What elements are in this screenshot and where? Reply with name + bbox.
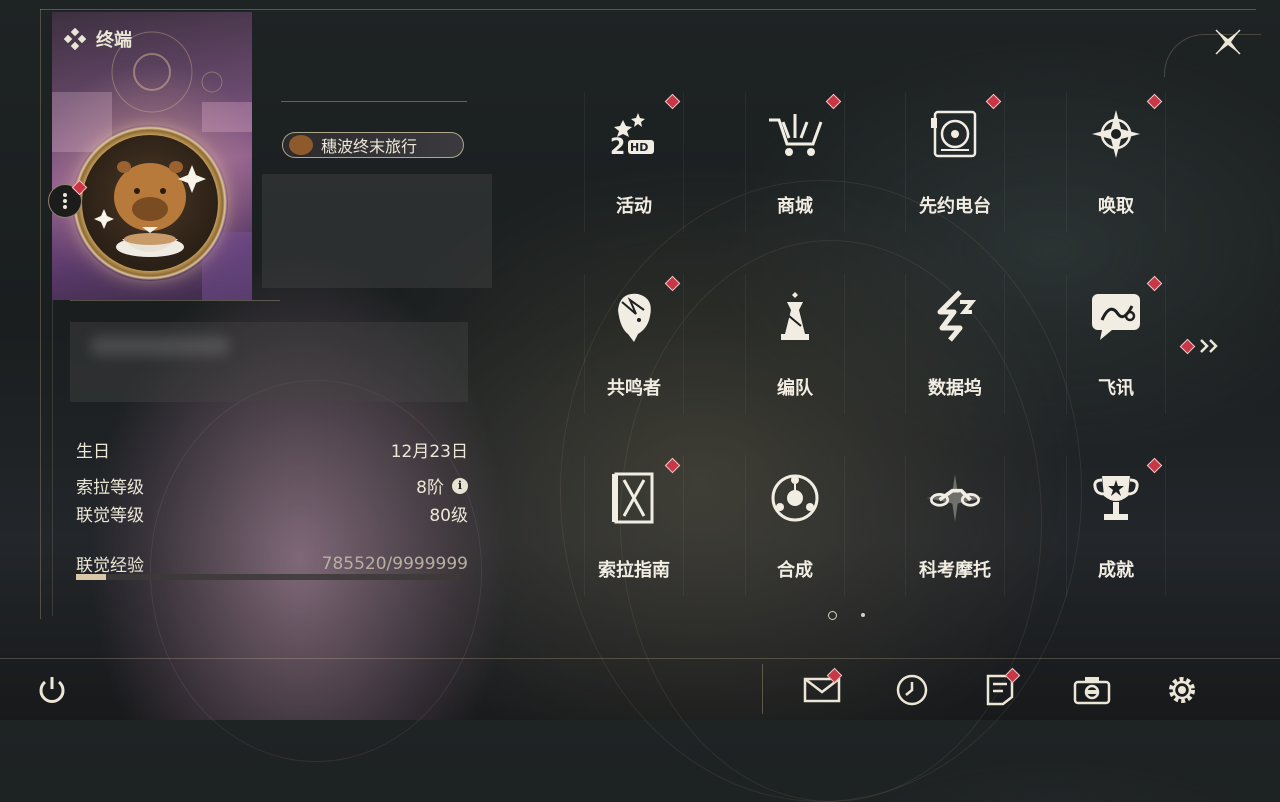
camera-button[interactable] (1072, 670, 1112, 710)
page-dot-active[interactable] (828, 611, 837, 620)
bottom-bar-divider (0, 658, 1280, 659)
data-dock-icon (925, 286, 985, 346)
stat-value: 8阶 (416, 478, 444, 498)
camera-icon (1073, 675, 1111, 705)
menu-tile-label: 数据坞 (928, 378, 982, 399)
motorbike-icon (925, 468, 985, 528)
stat-label: 联觉等级 (76, 506, 144, 526)
menu-tile[interactable]: 2 HD 活动 (584, 92, 684, 232)
menu-tile-label: 活动 (616, 196, 652, 217)
next-page-button[interactable] (1179, 338, 1221, 354)
page-dot[interactable] (861, 613, 865, 617)
menu-tile-label: 科考摩托 (919, 560, 991, 581)
terminal-diamond-icon (64, 28, 86, 50)
synthesis-orb-icon (765, 468, 825, 528)
menu-tile[interactable]: 合成 (745, 456, 845, 596)
terminal-title-text: 终端 (96, 30, 132, 51)
menu-tile[interactable]: 索拉指南 (584, 456, 684, 596)
title-badge[interactable]: 穗波终末旅行 (282, 132, 464, 158)
radio-disc-icon (925, 104, 985, 164)
menu-tile[interactable]: 成就 (1066, 456, 1166, 596)
notes-button[interactable] (980, 667, 1021, 710)
frame-line (40, 9, 1256, 10)
exp-progress-fill (76, 574, 107, 580)
menu-tile-label: 先约电台 (919, 196, 991, 217)
menu-tile[interactable]: 唤取 (1066, 92, 1166, 232)
menu-tile[interactable]: 飞讯 (1066, 274, 1166, 414)
menu-tile[interactable]: 编队 (745, 274, 845, 414)
stat-union-exp: 联觉经验 785520/9999999 (76, 551, 468, 577)
2nd-anniversary-icon: 2 HD (604, 104, 664, 164)
settings-gear-icon (1164, 672, 1200, 708)
player-signature-redacted (70, 322, 468, 402)
menu-tile[interactable]: 商城 (745, 92, 845, 232)
more-dots-icon (63, 193, 67, 209)
stat-label: 索拉等级 (76, 478, 144, 498)
menu-tile-label: 成就 (1098, 560, 1134, 581)
double-chevron-right-icon (1200, 339, 1218, 353)
close-button[interactable] (1208, 22, 1248, 62)
power-icon (39, 677, 65, 703)
menu-tile-label: 索拉指南 (598, 560, 670, 581)
close-icon (1215, 29, 1241, 55)
info-icon[interactable]: i (452, 477, 468, 494)
stat-sola-level: 索拉等级 8阶 i (76, 473, 468, 498)
menu-tile[interactable]: 科考摩托 (905, 456, 1005, 596)
stat-value: 12月23日 (390, 442, 468, 462)
chess-pieces-icon (765, 286, 825, 346)
capybara-avatar-icon (94, 161, 206, 257)
trophy-icon (1086, 468, 1146, 528)
capybara-badge-icon (289, 135, 313, 155)
menu-tile-label: 共鸣者 (607, 378, 661, 399)
character-portrait-icon (604, 286, 664, 346)
svg-text:2: 2 (610, 135, 625, 160)
bottom-bar-separator (762, 664, 763, 714)
power-button[interactable] (32, 670, 72, 710)
stat-union-level: 联觉等级 80级 (76, 501, 468, 526)
exp-value: 785520/9999999 (321, 553, 468, 574)
player-name-redacted (262, 174, 492, 288)
crown-cart-icon (765, 104, 825, 164)
settings-gear-button[interactable] (1162, 670, 1202, 710)
menu-tile-label: 飞讯 (1098, 378, 1134, 399)
title-badge-text: 穗波终末旅行 (321, 137, 418, 156)
terminal-title: 终端 (64, 26, 132, 52)
next-page-notification-dot (1179, 338, 1196, 354)
stat-label: 生日 (76, 442, 110, 462)
exp-progress-bar (76, 574, 460, 580)
guide-book-icon (604, 468, 664, 528)
compass-star-icon (1086, 104, 1146, 164)
menu-tile[interactable]: 先约电台 (905, 92, 1005, 232)
clock-button[interactable] (892, 670, 932, 710)
stat-birthday: 生日 12月23日 (76, 437, 468, 462)
clock-icon (895, 673, 929, 707)
menu-tile-label: 商城 (777, 196, 813, 217)
avatar[interactable] (82, 135, 218, 271)
name-divider (281, 101, 467, 102)
menu-tile[interactable]: 共鸣者 (584, 274, 684, 414)
stat-value: 80级 (429, 506, 468, 526)
menu-tile-label: 唤取 (1098, 196, 1134, 217)
stat-label: 联觉经验 (76, 556, 144, 576)
mail-button[interactable] (802, 667, 843, 710)
menu-tile[interactable]: 数据坞 (905, 274, 1005, 414)
profile-divider (70, 300, 280, 301)
frame-line (40, 9, 41, 619)
page-indicator (828, 611, 865, 622)
menu-tile-label: 合成 (777, 560, 813, 581)
stat-value-wrap: 8阶 i (416, 473, 468, 498)
svg-text:HD: HD (630, 141, 648, 154)
chat-bubble-icon (1086, 286, 1146, 346)
menu-tile-label: 编队 (777, 378, 813, 399)
